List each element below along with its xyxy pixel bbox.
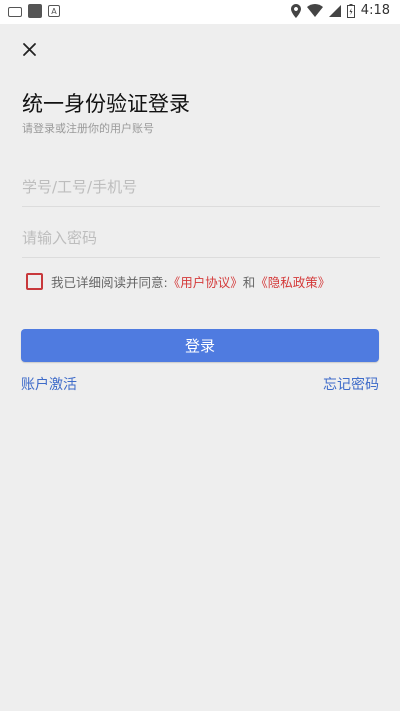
signal-icon	[328, 4, 341, 17]
a-icon: A	[48, 5, 60, 17]
close-button[interactable]	[20, 40, 40, 60]
status-bar-left: A	[8, 4, 60, 18]
agreement-row: 我已详细阅读并同意: 《用户协议》 和 《隐私政策》	[26, 272, 330, 291]
page-title: 统一身份验证登录	[22, 92, 190, 116]
account-input[interactable]	[22, 167, 380, 206]
privacy-policy-link[interactable]: 《隐私政策》	[255, 272, 330, 291]
agree-checkbox[interactable]	[26, 273, 43, 290]
activate-account-link[interactable]: 账户激活	[21, 374, 77, 394]
forgot-password-link[interactable]: 忘记密码	[323, 374, 379, 394]
keyboard-icon	[8, 7, 22, 17]
location-icon	[290, 3, 301, 18]
login-button[interactable]: 登录	[21, 329, 379, 362]
battery-icon	[346, 3, 355, 18]
status-time: 4:18	[360, 3, 390, 18]
notification-icon	[28, 4, 42, 18]
status-bar: A 4:18	[0, 0, 400, 24]
and-text: 和	[242, 275, 256, 290]
password-input[interactable]	[22, 218, 380, 257]
password-field	[22, 218, 380, 258]
account-field	[22, 167, 380, 207]
wifi-icon	[306, 4, 323, 17]
close-icon	[23, 43, 36, 56]
status-bar-right: 4:18	[290, 3, 390, 18]
page-subtitle: 请登录或注册你的用户账号	[22, 122, 154, 135]
user-agreement-link[interactable]: 《用户协议》	[168, 272, 243, 291]
agree-text: 我已详细阅读并同意:	[51, 275, 168, 290]
